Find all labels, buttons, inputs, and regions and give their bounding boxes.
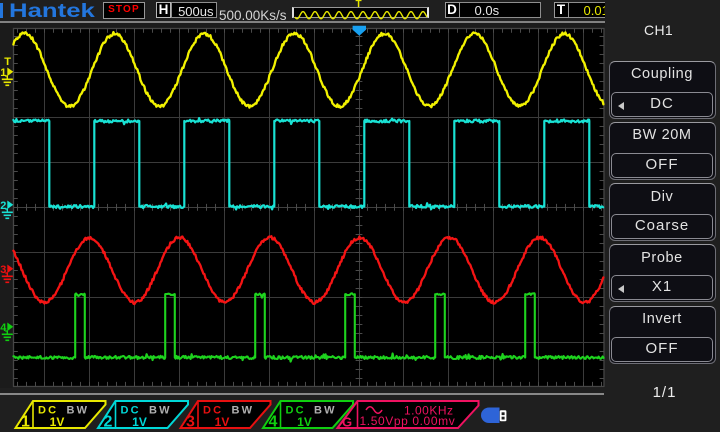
svg-text:1V: 1V [215,415,230,429]
svg-text:3: 3 [186,413,195,430]
svg-text:2: 2 [0,200,6,212]
svg-text:4: 4 [269,413,278,430]
svg-text:1V: 1V [50,415,65,429]
svg-text:3: 3 [0,264,6,276]
svg-text:1.50Vpp 0.00mv: 1.50Vpp 0.00mv [360,414,456,428]
svg-text:1V: 1V [132,415,147,429]
svg-text:BW: BW [314,404,337,416]
svg-text:1V: 1V [297,415,312,429]
svg-text:G: G [342,414,352,429]
svg-text:2: 2 [104,413,113,430]
svg-text:BW: BW [67,404,90,416]
svg-text:1: 1 [21,413,30,430]
svg-text:1: 1 [0,67,6,79]
svg-text:4: 4 [0,322,7,334]
svg-text:BW: BW [232,404,255,416]
svg-text:BW: BW [149,404,172,416]
